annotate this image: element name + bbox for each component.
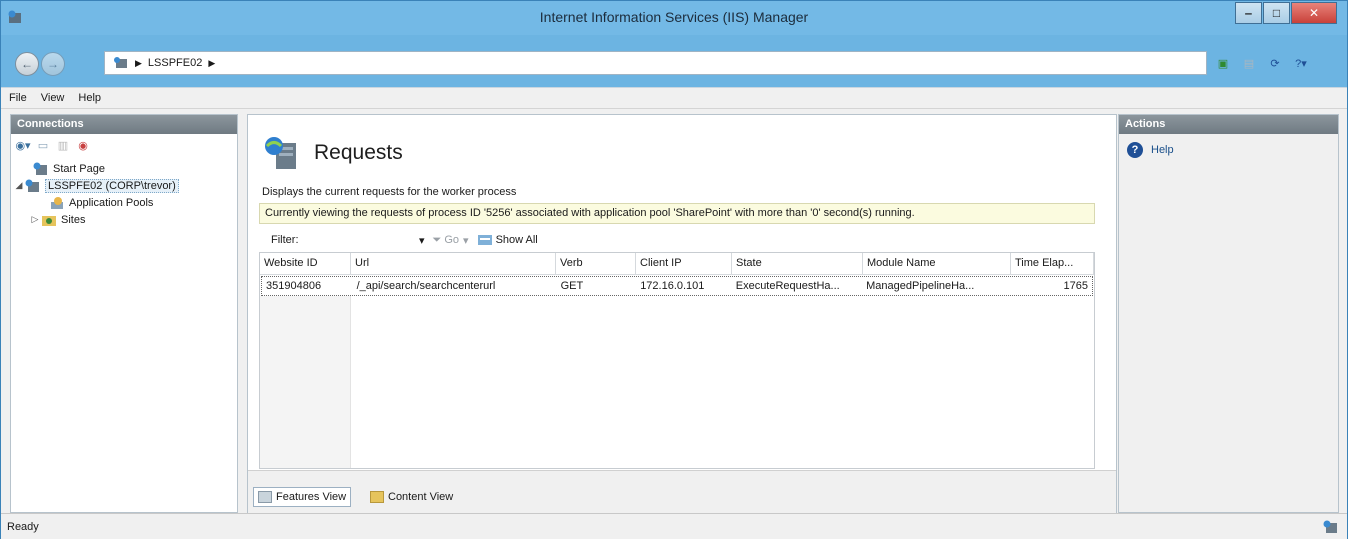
feature-header: Requests [262, 135, 403, 171]
menu-file[interactable]: File [9, 92, 27, 104]
help-dropdown-icon[interactable]: ?▾ [1291, 53, 1311, 73]
filter-label: Filter: [271, 234, 299, 246]
content-view-icon [370, 491, 384, 503]
connect-icon[interactable]: ▣ [1213, 53, 1233, 73]
column-header-time-elapsed[interactable]: Time Elap... [1011, 253, 1094, 274]
column-header-verb[interactable]: Verb [556, 253, 636, 274]
cell-state: ExecuteRequestHa... [735, 280, 840, 292]
tree-label: LSSPFE02 (CORP\trevor) [45, 178, 179, 193]
save-icon[interactable]: ▭ [35, 137, 51, 153]
table-row[interactable]: 351904806 /_api/search/searchcenterurl G… [261, 276, 1093, 296]
connections-header: Connections [11, 115, 237, 134]
tree-item-start-page[interactable]: Start Page [11, 160, 237, 177]
view-tabs: Features View Content View [248, 470, 1116, 513]
server-icon [25, 179, 41, 193]
tree-label: Start Page [53, 162, 105, 175]
refresh-icon[interactable]: ⟳ [1265, 53, 1285, 73]
features-view-icon [258, 491, 272, 503]
iis-manager-window: Internet Information Services (IIS) Mana… [0, 0, 1348, 539]
forward-button[interactable]: → [41, 52, 65, 76]
stop-icon[interactable]: ▤ [1239, 53, 1259, 73]
menu-view[interactable]: View [41, 92, 65, 104]
address-bar[interactable]: ▶ LSSPFE02 ▶ [104, 51, 1207, 75]
sites-folder-icon [41, 213, 57, 227]
cell-client-ip: 172.16.0.101 [640, 280, 705, 292]
info-bar: Currently viewing the requests of proces… [259, 203, 1095, 224]
column-header-client-ip[interactable]: Client IP [636, 253, 732, 274]
filter-bar: Filter: ▾ ⏷ Go ▾ Show All [259, 229, 1095, 251]
application-pools-icon [49, 196, 65, 210]
cell-module-name: ManagedPipelineHa... [866, 280, 975, 292]
address-row: ← → ▶ LSSPFE02 ▶ ▣ ▤ ⟳ ?▾ [1, 35, 1347, 87]
connections-tree: Start Page ◢ LSSPFE02 (CORP\trevor) Appl… [11, 156, 237, 228]
server-status-icon [1323, 520, 1337, 533]
column-header-state[interactable]: State [732, 253, 863, 274]
cell-time-elapsed: 1765 [1063, 280, 1088, 292]
nav-buttons: ← → [11, 52, 101, 76]
go-button[interactable]: ⏷ Go ▾ [433, 234, 469, 247]
help-link: Help [1151, 144, 1174, 156]
help-icon: ? [1127, 142, 1143, 158]
menu-bar: File View Help [1, 87, 1347, 109]
disconnect-icon[interactable]: ◉ [75, 137, 91, 153]
back-button[interactable]: ← [15, 52, 39, 76]
actions-header: Actions [1119, 115, 1338, 134]
funnel-icon: ⏷ [432, 233, 442, 246]
main-area: Connections ◉▾ ▭ ▥ ◉ Start Page ◢ LSSPFE… [1, 109, 1347, 513]
breadcrumb-separator-icon: ▶ [135, 57, 142, 68]
maximize-button[interactable]: □ [1263, 2, 1290, 24]
tree-label: Sites [61, 213, 86, 226]
content-panel: Requests Displays the current requests f… [247, 114, 1117, 513]
back-arrow-icon: ← [21, 57, 33, 71]
breadcrumb-separator-icon: ▶ [208, 57, 216, 68]
show-all-button[interactable]: Show All [477, 234, 538, 246]
go-dropdown-icon: ▾ [463, 234, 469, 247]
breadcrumb-server[interactable]: LSSPFE02 [148, 57, 202, 69]
tab-features-view[interactable]: Features View [253, 487, 352, 507]
help-action[interactable]: ? Help [1119, 134, 1338, 166]
actions-panel: Actions ? Help [1118, 114, 1339, 513]
connections-panel: Connections ◉▾ ▭ ▥ ◉ Start Page ◢ LSSPFE… [10, 114, 238, 513]
status-bar: Ready [1, 513, 1347, 539]
tree-item-server[interactable]: ◢ LSSPFE02 (CORP\trevor) [11, 177, 237, 194]
column-shade [260, 296, 351, 468]
column-header-url[interactable]: Url [351, 253, 556, 274]
expand-icon[interactable]: ▷ [29, 214, 41, 225]
filter-dropdown[interactable]: ▾ [419, 234, 425, 247]
menu-help[interactable]: Help [78, 92, 101, 104]
forward-arrow-icon: → [47, 57, 59, 71]
status-text: Ready [7, 521, 39, 533]
requests-table: Website ID Url Verb Client IP State Modu… [259, 252, 1095, 469]
address-toolbar: ▣ ▤ ⟳ ?▾ [1213, 53, 1311, 73]
minimize-button[interactable]: ‒ [1235, 2, 1262, 24]
page-description: Displays the current requests for the wo… [262, 186, 517, 198]
start-page-icon [33, 162, 49, 176]
cell-website-id: 351904806 [266, 280, 322, 292]
column-header-module-name[interactable]: Module Name [863, 253, 1011, 274]
table-header: Website ID Url Verb Client IP State Modu… [260, 253, 1094, 275]
up-level-icon[interactable]: ▥ [55, 137, 71, 153]
column-header-website-id[interactable]: Website ID [260, 253, 351, 274]
connect-globe-icon[interactable]: ◉▾ [15, 137, 31, 153]
connections-toolbar: ◉▾ ▭ ▥ ◉ [11, 134, 237, 156]
collapse-icon[interactable]: ◢ [13, 180, 25, 191]
tree-label: Application Pools [69, 196, 154, 209]
show-all-icon [477, 235, 492, 245]
window-title: Internet Information Services (IIS) Mana… [539, 9, 809, 25]
title-bar: Internet Information Services (IIS) Mana… [1, 1, 1347, 35]
cell-url: /_api/search/searchcenterurl [356, 280, 496, 292]
cell-verb: GET [560, 280, 584, 292]
tree-item-application-pools[interactable]: Application Pools [11, 194, 237, 211]
tree-item-sites[interactable]: ▷ Sites [11, 211, 237, 228]
tab-content-view[interactable]: Content View [366, 487, 457, 507]
server-icon [114, 57, 127, 68]
close-button[interactable]: ✕ [1291, 2, 1337, 24]
requests-icon [265, 137, 296, 169]
page-title: Requests [314, 141, 403, 164]
